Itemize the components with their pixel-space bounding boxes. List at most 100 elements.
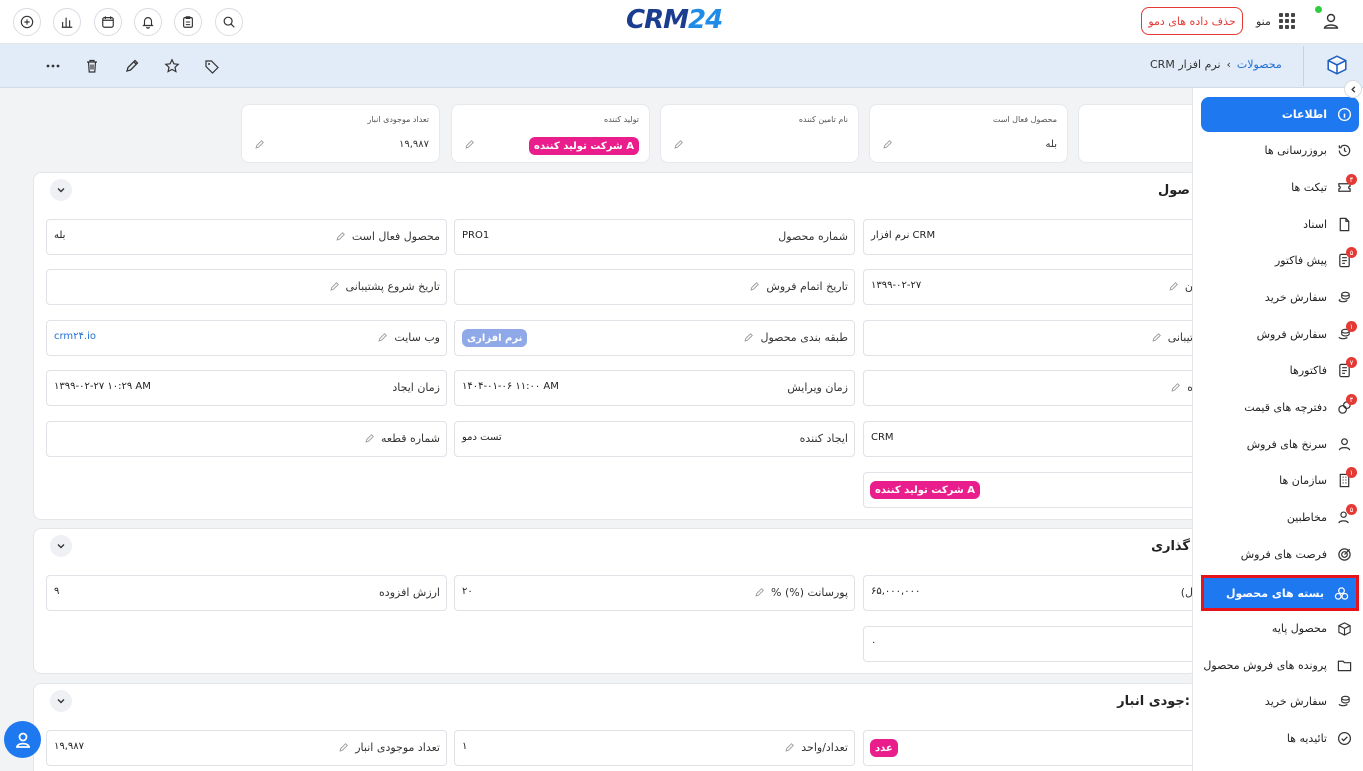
breadcrumb-products-link[interactable]: محصولات (1237, 58, 1282, 71)
edit-pencil-icon[interactable] (743, 332, 754, 343)
field-created-time[interactable]: زمان ایجاد ۱۳۹۹-۰۲-۲۷ ۱۰:۲۹ AM (46, 370, 447, 406)
field-support-start-date[interactable]: تاریخ شروع پشتیبانی (46, 269, 447, 305)
summary-value: ۱۹,۹۸۷ (398, 139, 429, 150)
edit-pencil-icon[interactable] (1170, 382, 1181, 393)
support-chat-button[interactable] (4, 721, 41, 758)
sidebar-item-product-bundles[interactable]: بسته های محصول (1201, 575, 1359, 611)
crm24-logo[interactable]: CRM 24 (626, 4, 738, 36)
sidebar-item-organizations[interactable]: سازمان ها ۱ (1201, 464, 1359, 496)
sidebar-item-contacts[interactable]: مخاطبین ۵ (1201, 501, 1359, 533)
sidebar-item-quotes[interactable]: پیش فاکتور ۵ (1201, 244, 1359, 276)
field-usage-unit[interactable]: عدد (863, 730, 1197, 766)
sidebar-item-label: فرصت های فروش (1240, 547, 1327, 561)
edit-pencil-icon[interactable] (377, 332, 388, 343)
edit-icon[interactable] (122, 56, 142, 76)
sidebar-item-label: سازمان ها (1279, 473, 1327, 487)
notification-badge: ۵ (1346, 504, 1357, 515)
grid-icon (1278, 13, 1295, 29)
sidebar-item-label: اسناد (1303, 217, 1327, 231)
chart-icon[interactable] (53, 8, 81, 36)
edit-pencil-icon[interactable] (754, 587, 765, 598)
summary-card-supplier: نام تامین کننده (660, 104, 859, 163)
tag-icon[interactable] (202, 56, 222, 76)
field-value: PRO1 (462, 230, 490, 241)
sidebar-item-updates[interactable]: بروزرسانی ها (1201, 134, 1359, 166)
sidebar-item-info[interactable]: اطلاعات (1201, 97, 1359, 132)
sidebar-item-price-books[interactable]: دفترچه های قیمت ۴ (1201, 391, 1359, 423)
sidebar-item-base-product[interactable]: محصول پایه (1201, 612, 1359, 644)
bundle-icon (1332, 584, 1350, 602)
field-sales-end-date[interactable]: تاریخ اتمام فروش (454, 269, 855, 305)
chevron-down-icon[interactable] (50, 690, 72, 712)
sidebar-item-approvals[interactable]: تائیدیه ها (1201, 722, 1359, 754)
website-link[interactable]: crm۲۴.io (54, 331, 96, 342)
edit-pencil-icon[interactable] (254, 139, 265, 150)
field-product-active[interactable]: محصول فعال است بله (46, 219, 447, 255)
calendar-icon[interactable] (94, 8, 122, 36)
sidebar-item-purchase-order-2[interactable]: سفارش خرید (1201, 685, 1359, 717)
field-unit-price[interactable]: ۶۵,۰۰۰,۰۰۰ ل) (863, 575, 1197, 611)
field-product-number[interactable]: شماره محصول PRO1 (454, 219, 855, 255)
field-website[interactable]: وب سایت crm۲۴.io (46, 320, 447, 356)
add-icon[interactable] (13, 8, 41, 36)
sidebar-item-opportunities[interactable]: فرصت های فروش (1201, 538, 1359, 570)
field-stock-quantity[interactable]: تعداد موجودی انبار ۱۹,۹۸۷ (46, 730, 447, 766)
edit-pencil-icon[interactable] (1168, 281, 1179, 292)
collapse-sidebar-button[interactable] (1344, 80, 1362, 98)
sidebar-item-documents[interactable]: اسناد (1201, 208, 1359, 240)
trash-icon[interactable] (82, 56, 102, 76)
history-icon (1335, 141, 1353, 159)
field-qty-per-unit[interactable]: تعداد/واحد ۱ (454, 730, 855, 766)
section-title: صول (1158, 183, 1190, 198)
field-label: شماره محصول (778, 230, 848, 243)
field-label: تعداد موجودی انبار (355, 741, 440, 754)
field-discount[interactable]: ۰ (863, 626, 1197, 662)
edit-pencil-icon[interactable] (338, 742, 349, 753)
edit-pencil-icon[interactable] (464, 139, 475, 150)
breadcrumb-separator: › (1226, 58, 1231, 71)
field-partial-4[interactable]: ه (863, 370, 1197, 406)
field-value: CRM (871, 432, 894, 443)
field-value: ۱۳۹۹-۰۲-۲۷ ۱۰:۲۹ AM (54, 381, 151, 392)
delete-demo-data-button[interactable]: حذف داده های دمو (1141, 7, 1243, 35)
sidebar-item-leads[interactable]: سرنخ های فروش (1201, 428, 1359, 460)
info-icon (1335, 106, 1353, 124)
sidebar-item-purchase-order[interactable]: سفارش خرید (1201, 281, 1359, 313)
chevron-down-icon[interactable] (50, 179, 72, 201)
field-support-end-date[interactable]: تیبانی (863, 320, 1197, 356)
field-product-name[interactable]: نرم افزار CRM (863, 219, 1197, 255)
sidebar-item-invoices[interactable]: فاکتورها ۷ (1201, 354, 1359, 386)
edit-pencil-icon[interactable] (784, 742, 795, 753)
building-icon: ۱ (1335, 467, 1357, 489)
star-icon[interactable] (162, 56, 182, 76)
edit-pencil-icon[interactable] (1151, 332, 1162, 343)
field-product-type[interactable]: CRM (863, 421, 1197, 457)
chevron-down-icon[interactable] (50, 535, 72, 557)
edit-pencil-icon[interactable] (364, 433, 375, 444)
field-creator[interactable]: ایجاد کننده تست دمو (454, 421, 855, 457)
clipboard-icon[interactable] (174, 8, 202, 36)
edit-pencil-icon[interactable] (882, 139, 893, 150)
bell-icon[interactable] (134, 8, 162, 36)
field-commission[interactable]: پورسانت (%) % ۲۰ (454, 575, 855, 611)
apps-menu-button[interactable]: منو (1256, 8, 1295, 34)
field-modified-time[interactable]: زمان ویرایش ۱۴۰۴-۰۱-۰۶ ۱۱:۰۰ AM (454, 370, 855, 406)
field-vat[interactable]: ارزش افزوده ۹ (46, 575, 447, 611)
more-icon[interactable] (43, 56, 63, 76)
edit-pencil-icon[interactable] (329, 281, 340, 292)
sidebar-item-tickets[interactable]: تیکت ها ۴ (1201, 171, 1359, 203)
sidebar-item-product-sales-files[interactable]: پرونده های فروش محصول (1201, 649, 1359, 681)
edit-pencil-icon[interactable] (335, 231, 346, 242)
chevron-left-icon (1350, 85, 1355, 93)
field-label: تیبانی (1167, 331, 1193, 344)
sidebar-item-sales-order[interactable]: سفارش فروش ۱ (1201, 318, 1359, 350)
field-part-number[interactable]: شماره قطعه (46, 421, 447, 457)
notification-badge: ۴ (1346, 174, 1357, 185)
edit-pencil-icon[interactable] (673, 139, 684, 150)
search-icon[interactable] (215, 8, 243, 36)
summary-label: محصول فعال است (992, 115, 1057, 124)
field-manufacturer[interactable]: شرکت تولید کننده A (863, 472, 1197, 508)
field-sales-start-date[interactable]: ۱۳۹۹-۰۲-۲۷ ن (863, 269, 1197, 305)
edit-pencil-icon[interactable] (749, 281, 760, 292)
field-product-category[interactable]: طبقه بندی محصول نرم افزاری (454, 320, 855, 356)
